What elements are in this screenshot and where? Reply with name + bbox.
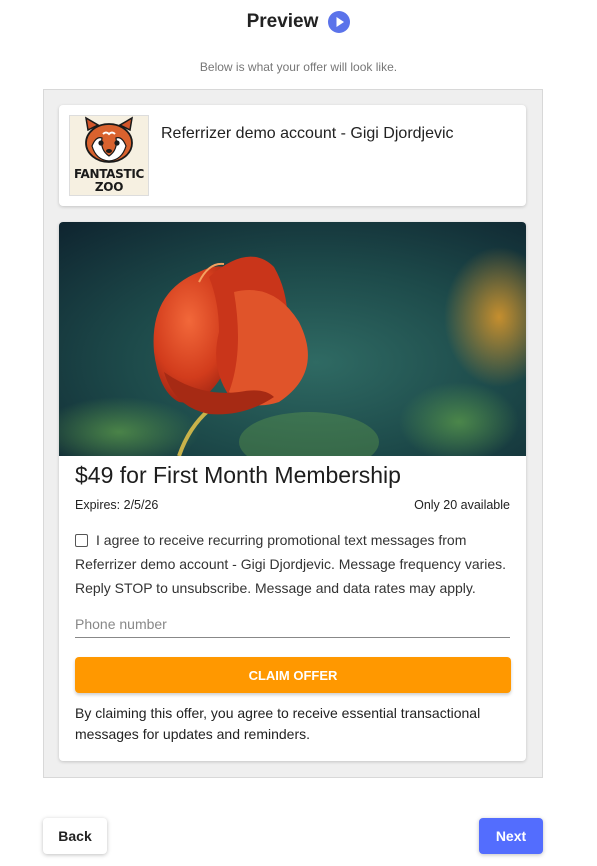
next-button[interactable]: Next bbox=[479, 818, 543, 854]
back-button[interactable]: Back bbox=[43, 818, 107, 854]
business-name: Referrizer demo account - Gigi Djordjevi… bbox=[161, 125, 454, 142]
phone-number-input[interactable] bbox=[75, 611, 510, 638]
claim-disclaimer: By claiming this offer, you agree to rec… bbox=[75, 705, 481, 742]
business-logo: FANTASTIC ZOO bbox=[69, 115, 149, 196]
preview-header: Preview bbox=[0, 11, 597, 33]
business-card: FANTASTIC ZOO Referrizer demo account - … bbox=[59, 105, 526, 206]
consent-checkbox[interactable] bbox=[75, 534, 88, 547]
logo-text-line2: ZOO bbox=[94, 180, 124, 194]
offer-title: $49 for First Month Membership bbox=[75, 462, 401, 488]
play-circle-icon[interactable] bbox=[328, 11, 351, 33]
page-subtitle: Below is what your offer will look like. bbox=[199, 60, 398, 74]
offer-availability: Only 20 available bbox=[414, 498, 510, 512]
consent-text: I agree to receive recurring promotional… bbox=[75, 532, 507, 596]
claim-offer-button[interactable]: CLAIM OFFER bbox=[75, 657, 511, 693]
offer-expiry: Expires: 2/5/26 bbox=[75, 498, 159, 512]
logo-text-line1: FANTASTIC bbox=[73, 167, 145, 181]
offer-card: $49 for First Month Membership Expires: … bbox=[59, 222, 526, 761]
offer-preview-frame: FANTASTIC ZOO Referrizer demo account - … bbox=[43, 89, 543, 778]
offer-image bbox=[59, 222, 526, 456]
sms-consent: I agree to receive recurring promotional… bbox=[75, 528, 515, 600]
page-title: Preview bbox=[246, 11, 319, 32]
